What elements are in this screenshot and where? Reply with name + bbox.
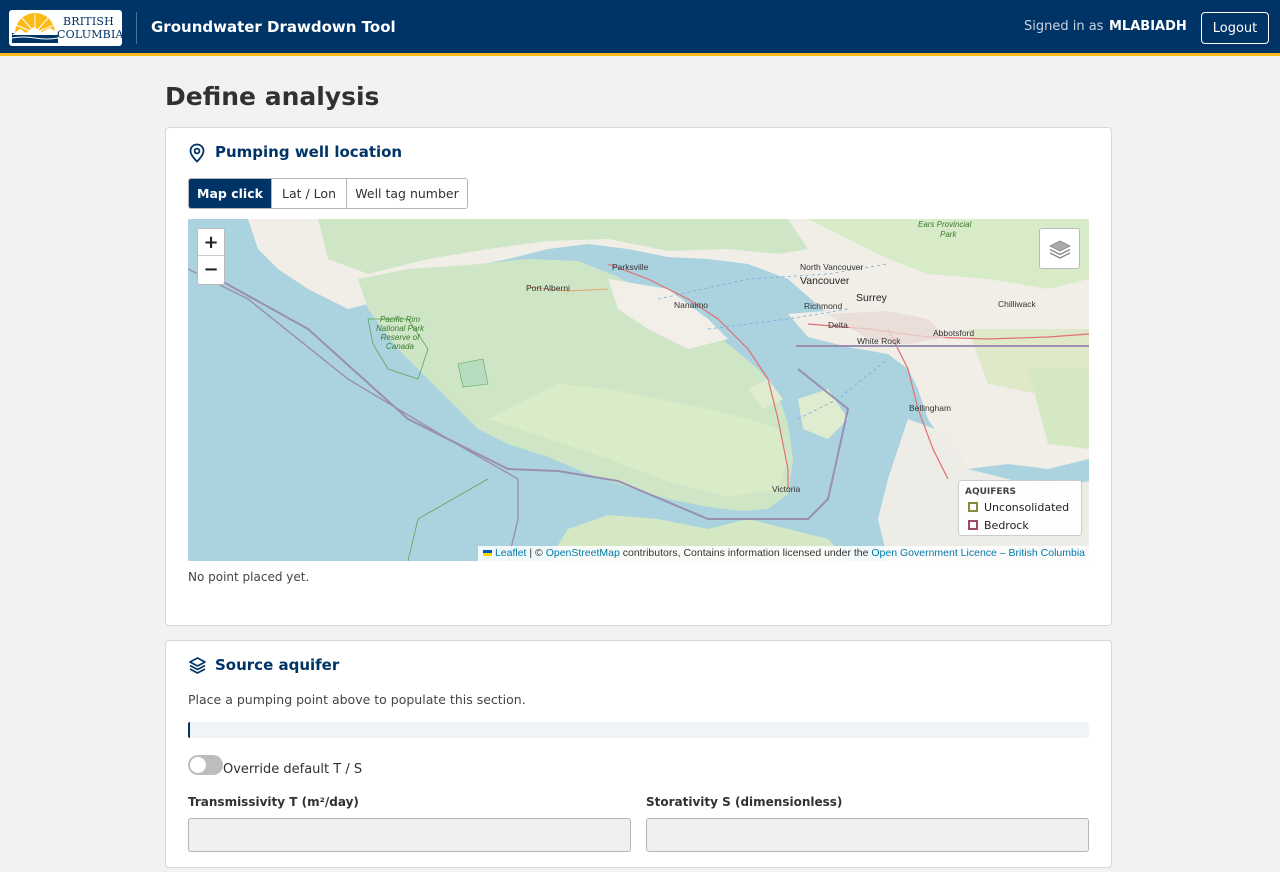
attribution-sep: | ©: [526, 547, 546, 559]
pumping-well-location-card: Pumping well location Map click Lat / Lo…: [165, 127, 1112, 626]
toggle-knob: [190, 757, 206, 773]
map-pin-icon: [189, 143, 205, 163]
page-title: Define analysis: [165, 82, 380, 111]
legend-item-unconsolidated: Unconsolidated: [968, 501, 1069, 514]
aquifer-progress-bar: [188, 722, 1089, 738]
map-label-delta: Delta: [828, 320, 848, 330]
legend-title: AQUIFERS: [965, 487, 1016, 497]
legend-label-unconsolidated: Unconsolidated: [984, 501, 1070, 514]
location-mode-tabs: Map click Lat / Lon Well tag number: [188, 178, 468, 209]
top-navbar: BRITISH COLUMBIA Groundwater Drawdown To…: [0, 0, 1280, 56]
zoom-control: + −: [197, 228, 225, 285]
source-aquifer-card: Source aquifer Place a pumping point abo…: [165, 640, 1112, 868]
map-label-victoria: Victoria: [772, 484, 801, 494]
logo-text-line1: BRITISH: [63, 15, 114, 28]
openstreetmap-link[interactable]: OpenStreetMap: [546, 547, 620, 559]
attribution-mid: contributors, Contains information licen…: [619, 547, 872, 559]
map-label-port-alberni: Port Alberni: [526, 283, 570, 293]
bc-logo[interactable]: BRITISH COLUMBIA: [9, 10, 122, 46]
section-title-aquifer: Source aquifer: [215, 656, 340, 674]
leaflet-link[interactable]: Leaflet: [495, 547, 527, 559]
ogl-bc-link[interactable]: Open Government Licence – British Columb…: [871, 547, 1085, 559]
map-label-vancouver: Vancouver: [800, 275, 850, 287]
signed-in-label: Signed in as: [1024, 19, 1104, 34]
map-label-surrey: Surrey: [856, 292, 887, 304]
logout-button[interactable]: Logout: [1201, 12, 1269, 44]
header-divider: [136, 12, 137, 44]
username: MLABIADH: [1109, 19, 1187, 34]
map-canvas[interactable]: Parksville Port Alberni Nanaimo North Va…: [188, 219, 1089, 561]
zoom-in-button[interactable]: +: [198, 229, 224, 256]
tab-well-tag-number[interactable]: Well tag number: [347, 179, 467, 208]
bc-sun-logo-icon: [12, 13, 58, 43]
map-label-ears-park-2: Park: [940, 230, 957, 239]
point-status-text: No point placed yet.: [188, 570, 310, 584]
tab-map-click[interactable]: Map click: [189, 179, 272, 208]
map-label-parksville: Parksville: [612, 262, 649, 272]
zoom-out-button[interactable]: −: [198, 256, 224, 283]
map-label-nanaimo: Nanaimo: [674, 300, 709, 310]
transmissivity-input[interactable]: [188, 818, 631, 852]
legend-item-bedrock: Bedrock: [968, 519, 1029, 532]
map-label-north-vancouver: North Vancouver: [800, 262, 864, 272]
layer-switcher-button[interactable]: [1039, 228, 1080, 269]
override-ts-label: Override default T / S: [223, 762, 363, 777]
layers-icon: [1049, 240, 1071, 259]
layers-stack-icon: [189, 657, 206, 674]
logo-text-line2: COLUMBIA: [57, 28, 122, 41]
map-label-pacific-rim: Pacific Rim National Park Reserve of Can…: [375, 315, 425, 351]
map-label-chilliwack: Chilliwack: [998, 299, 1036, 309]
ukraine-flag-icon: [482, 550, 492, 556]
map-label-bellingham: Bellingham: [909, 403, 952, 413]
storativity-input[interactable]: [646, 818, 1089, 852]
section-title-location: Pumping well location: [215, 143, 403, 161]
map-label-richmond: Richmond: [804, 301, 843, 311]
override-ts-toggle[interactable]: [188, 755, 223, 775]
map-attribution: Leaflet | © OpenStreetMap contributors, …: [477, 546, 1089, 561]
map-label-ears-park-1: Ears Provincial: [918, 220, 972, 229]
app-title: Groundwater Drawdown Tool: [151, 18, 396, 36]
aquifer-progress-fill: [188, 722, 190, 738]
legend-swatch-bedrock: [968, 520, 978, 530]
map-label-white-rock: White Rock: [857, 336, 901, 346]
aquifer-hint-text: Place a pumping point above to populate …: [188, 692, 526, 707]
legend-swatch-unconsolidated: [968, 502, 978, 512]
aquifer-legend: AQUIFERS Unconsolidated Bedrock: [958, 480, 1082, 536]
storativity-label: Storativity S (dimensionless): [646, 795, 843, 809]
map-label-abbotsford: Abbotsford: [933, 328, 975, 338]
transmissivity-label: Transmissivity T (m²/day): [188, 795, 359, 809]
tab-lat-lon[interactable]: Lat / Lon: [272, 179, 347, 208]
legend-label-bedrock: Bedrock: [984, 519, 1029, 532]
